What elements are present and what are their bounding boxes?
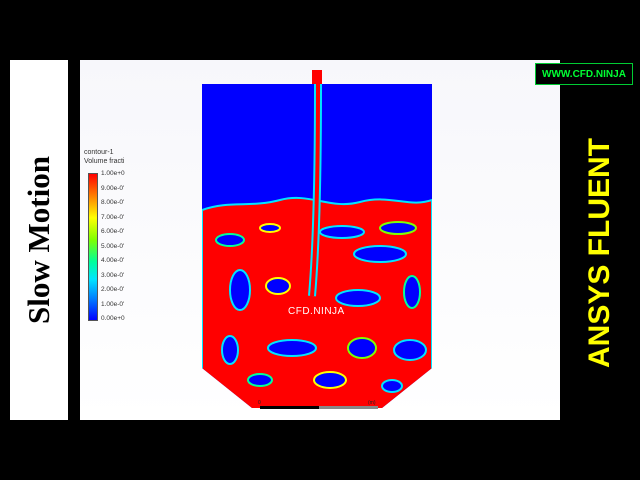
scale-bar [260,406,378,409]
ansys-fluent-banner: ANSYS FLUENT [571,85,629,420]
slow-motion-label: Slow Motion [21,156,56,324]
volume-fraction-contour [202,70,432,408]
inlet-nozzle [312,70,322,84]
ansys-fluent-label: ANSYS FLUENT [583,137,617,368]
website-badge-text: WWW.CFD.NINJA [542,68,626,80]
website-badge: WWW.CFD.NINJA [535,63,633,85]
viewport-watermark: CFD.NINJA [288,306,345,317]
slow-motion-banner: Slow Motion [10,60,68,420]
graphics-viewport[interactable]: contour-1 Volume fracti 1.00e+0 9.00e-0'… [80,60,560,420]
